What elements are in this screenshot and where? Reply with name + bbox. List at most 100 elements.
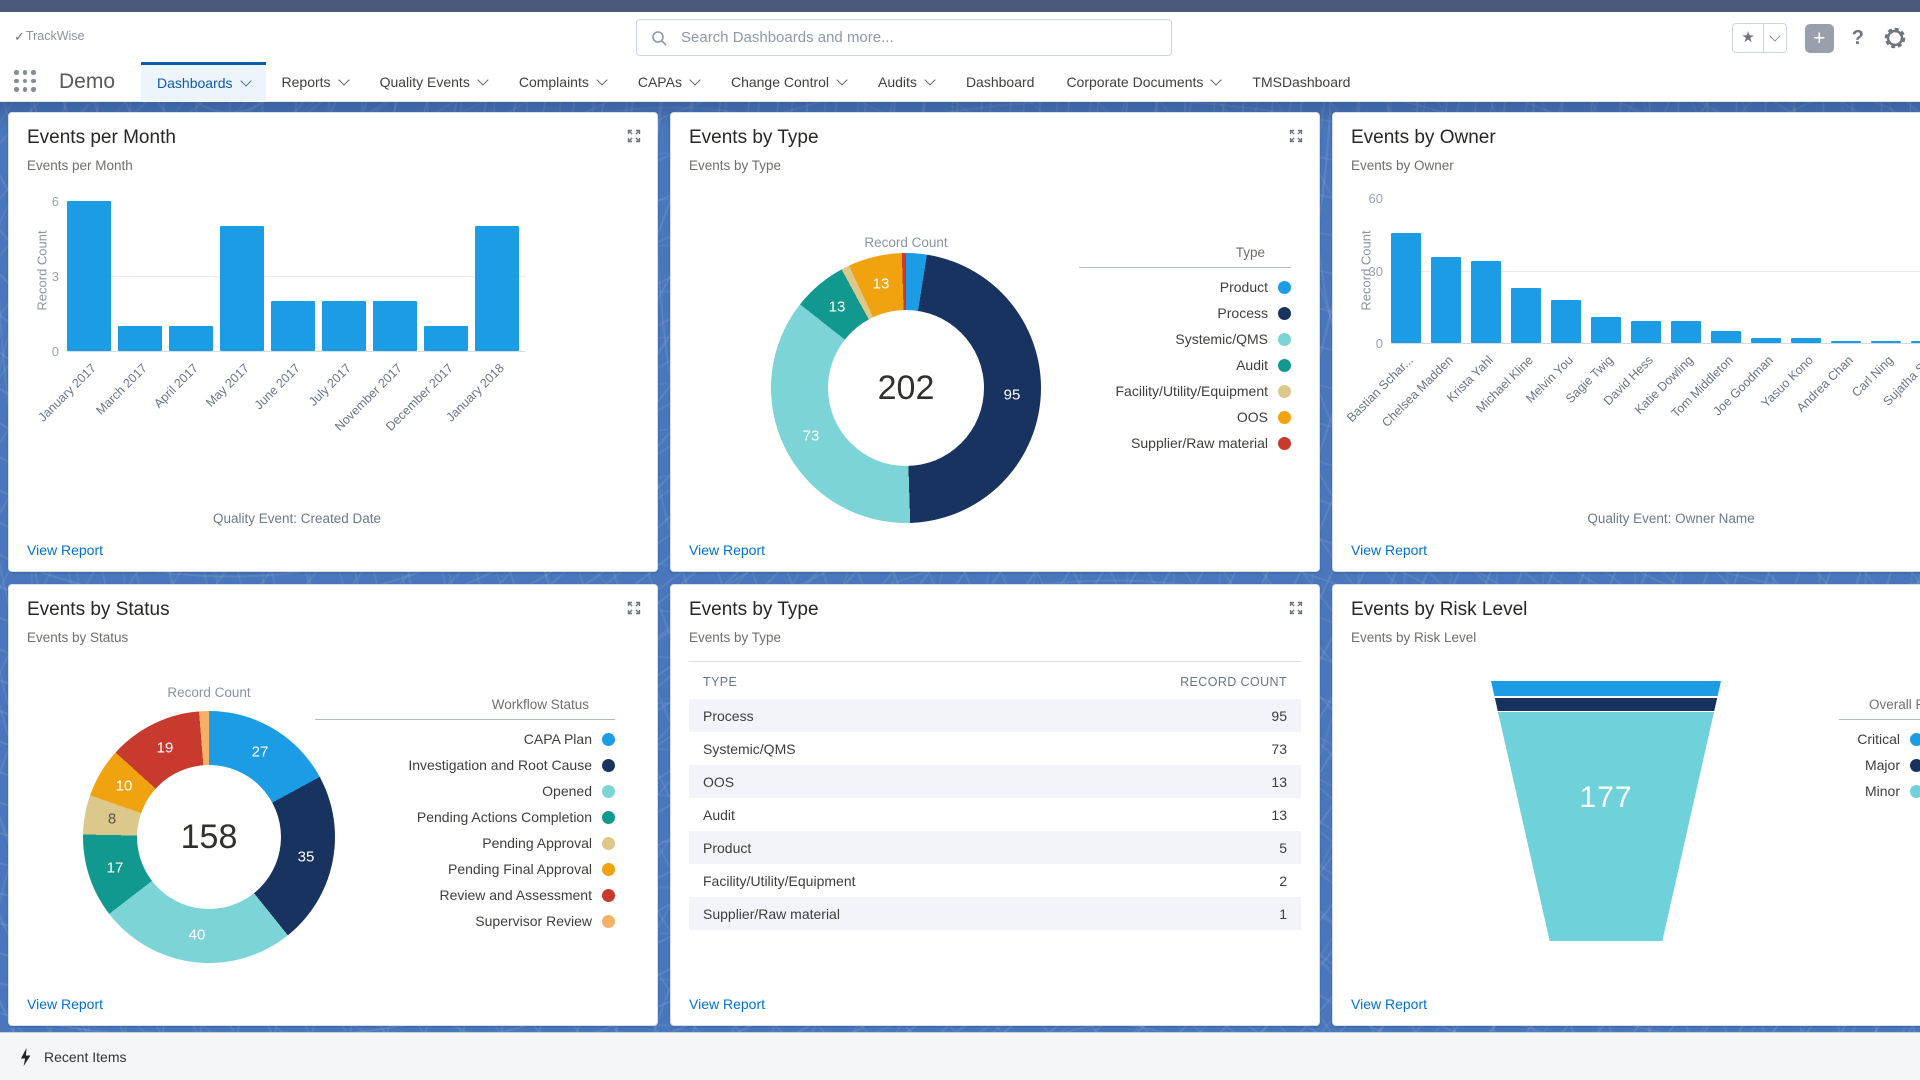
table-row-Supplier/Raw material[interactable]: Supplier/Raw material1 bbox=[689, 897, 1301, 930]
legend-dot bbox=[602, 785, 615, 798]
legend-item-CAPA Plan[interactable]: CAPA Plan bbox=[315, 731, 615, 747]
bar-Katie Dowling[interactable] bbox=[1671, 321, 1701, 343]
legend-item-Audit[interactable]: Audit bbox=[1079, 357, 1291, 373]
legend-item-Opened[interactable]: Opened bbox=[315, 783, 615, 799]
bar-Tom Middleton[interactable] bbox=[1711, 331, 1741, 343]
expand-icon[interactable] bbox=[627, 601, 641, 615]
tab-label: Audits bbox=[878, 74, 917, 90]
bar-Bastian Schar...[interactable] bbox=[1391, 233, 1421, 343]
column-header-record-count[interactable]: RECORD COUNT bbox=[1180, 675, 1287, 689]
view-report-link[interactable]: View Report bbox=[27, 542, 103, 558]
table-row-Product[interactable]: Product5 bbox=[689, 831, 1301, 864]
legend-item-Supplier/Raw material[interactable]: Supplier/Raw material bbox=[1079, 435, 1291, 451]
legend-item-Critical[interactable]: Critical bbox=[1663, 731, 1920, 747]
legend-item-Major[interactable]: Major bbox=[1663, 757, 1920, 773]
bar-Andrea Chan[interactable] bbox=[1831, 341, 1861, 343]
donut-chart[interactable]: 202 95731313 bbox=[771, 253, 1041, 523]
global-search[interactable] bbox=[636, 19, 1172, 56]
tab-audits[interactable]: Audits bbox=[862, 62, 950, 102]
slice-label: 73 bbox=[803, 428, 820, 445]
bar-Krista Yahl[interactable] bbox=[1471, 261, 1501, 343]
chevron-down-icon bbox=[240, 75, 251, 86]
bar-May 2017[interactable] bbox=[220, 226, 264, 351]
expand-icon[interactable] bbox=[627, 129, 641, 143]
favorites-button[interactable]: ★ bbox=[1732, 23, 1786, 53]
legend-label: Pending Final Approval bbox=[448, 861, 592, 877]
legend-item-OOS[interactable]: OOS bbox=[1079, 409, 1291, 425]
table-row-Audit[interactable]: Audit13 bbox=[689, 798, 1301, 831]
bar-Sujatha S...[interactable] bbox=[1911, 341, 1920, 343]
legend-item-Minor[interactable]: Minor bbox=[1663, 783, 1920, 799]
legend-dot bbox=[602, 889, 615, 902]
donut-chart[interactable]: 158 2735401781019 bbox=[83, 711, 335, 963]
bar-Melvin You[interactable] bbox=[1551, 300, 1581, 343]
legend-item-Pending Final Approval[interactable]: Pending Final Approval bbox=[315, 861, 615, 877]
plus-icon: + bbox=[1813, 28, 1825, 49]
bar-April 2017[interactable] bbox=[169, 326, 213, 351]
bar-Joe Goodman[interactable] bbox=[1751, 338, 1781, 343]
bar-Chelsea Madden[interactable] bbox=[1431, 257, 1461, 343]
legend-item-Systemic/QMS[interactable]: Systemic/QMS bbox=[1079, 331, 1291, 347]
tab-tmsdashboard[interactable]: TMSDashboard bbox=[1236, 62, 1366, 102]
column-header-type[interactable]: TYPE bbox=[703, 675, 737, 689]
legend-item-Investigation and Root Cause[interactable]: Investigation and Root Cause bbox=[315, 757, 615, 773]
legend-item-Product[interactable]: Product bbox=[1079, 279, 1291, 295]
card-subtitle: Events per Month bbox=[27, 158, 133, 173]
legend-item-Facility/Utility/Equipment[interactable]: Facility/Utility/Equipment bbox=[1079, 383, 1291, 399]
legend-item-Pending Approval[interactable]: Pending Approval bbox=[315, 835, 615, 851]
bar-David Hess[interactable] bbox=[1631, 321, 1661, 343]
tab-capas[interactable]: CAPAs bbox=[622, 62, 715, 102]
table-row-Systemic/QMS[interactable]: Systemic/QMS73 bbox=[689, 732, 1301, 765]
bar-July 2017[interactable] bbox=[322, 301, 366, 351]
tab-dashboard[interactable]: Dashboard bbox=[950, 62, 1051, 102]
bar-Yasuo Kono[interactable] bbox=[1791, 338, 1821, 343]
card-events-by-risk-level: Events by Risk Level Events by Risk Leve… bbox=[1332, 584, 1920, 1026]
table-row-Process[interactable]: Process95 bbox=[689, 699, 1301, 732]
bar-December 2017[interactable] bbox=[424, 326, 468, 351]
legend-item-Process[interactable]: Process bbox=[1079, 305, 1291, 321]
tab-label: Quality Events bbox=[380, 74, 470, 90]
bar-Michael Kline[interactable] bbox=[1511, 288, 1541, 343]
view-report-link[interactable]: View Report bbox=[27, 996, 103, 1012]
y-tick: 0 bbox=[1353, 336, 1383, 351]
expand-icon[interactable] bbox=[1289, 601, 1303, 615]
bar-November 2017[interactable] bbox=[373, 301, 417, 351]
legend-dot bbox=[602, 733, 615, 746]
bar-January 2017[interactable] bbox=[67, 201, 111, 351]
legend-item-Pending Actions Completion[interactable]: Pending Actions Completion bbox=[315, 809, 615, 825]
tab-dashboards[interactable]: Dashboards bbox=[141, 62, 266, 102]
table-row-OOS[interactable]: OOS13 bbox=[689, 765, 1301, 798]
view-report-link[interactable]: View Report bbox=[689, 542, 765, 558]
recent-items-bar[interactable]: Recent Items bbox=[0, 1032, 1920, 1080]
setup-gear-icon[interactable] bbox=[1882, 25, 1908, 51]
slice-label: 19 bbox=[157, 740, 174, 757]
legend-items: Critical Major Minor bbox=[1663, 731, 1920, 799]
add-button[interactable]: + bbox=[1805, 24, 1834, 53]
bar-March 2017[interactable] bbox=[118, 326, 162, 351]
view-report-link[interactable]: View Report bbox=[1351, 542, 1427, 558]
bar-Carl Ning[interactable] bbox=[1871, 341, 1901, 343]
slice-label: 17 bbox=[107, 860, 124, 877]
tab-corporate-documents[interactable]: Corporate Documents bbox=[1050, 62, 1236, 102]
view-report-link[interactable]: View Report bbox=[689, 996, 765, 1012]
cell-record-count: 13 bbox=[1271, 807, 1287, 823]
tab-change-control[interactable]: Change Control bbox=[715, 62, 862, 102]
tab-complaints[interactable]: Complaints bbox=[503, 62, 622, 102]
bar-Sagie Twig[interactable] bbox=[1591, 317, 1621, 343]
tab-quality-events[interactable]: Quality Events bbox=[364, 62, 503, 102]
view-report-link[interactable]: View Report bbox=[1351, 996, 1427, 1012]
expand-icon[interactable] bbox=[1289, 129, 1303, 143]
legend-item-Review and Assessment[interactable]: Review and Assessment bbox=[315, 887, 615, 903]
search-input[interactable] bbox=[679, 28, 1123, 47]
bar-June 2017[interactable] bbox=[271, 301, 315, 351]
donut-total: 202 bbox=[878, 369, 935, 408]
bar-January 2018[interactable] bbox=[475, 226, 519, 351]
slice-label: 40 bbox=[189, 927, 206, 944]
table-row-Facility/Utility/Equipment[interactable]: Facility/Utility/Equipment2 bbox=[689, 864, 1301, 897]
legend-divider bbox=[1079, 267, 1291, 268]
tab-label: Corporate Documents bbox=[1066, 74, 1203, 90]
app-launcher-waffle-icon[interactable] bbox=[14, 70, 37, 93]
tab-reports[interactable]: Reports bbox=[266, 62, 364, 102]
help-icon[interactable]: ? bbox=[1852, 27, 1864, 50]
legend-item-Supervisor Review[interactable]: Supervisor Review bbox=[315, 913, 615, 929]
